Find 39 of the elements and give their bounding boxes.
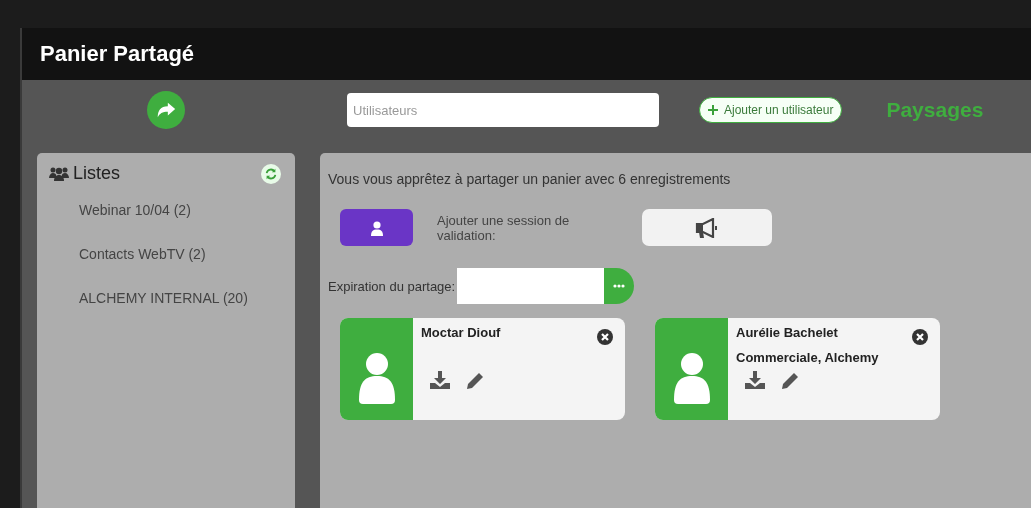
- refresh-icon: [264, 166, 278, 181]
- share-button[interactable]: [147, 91, 185, 129]
- megaphone-button[interactable]: [642, 209, 772, 246]
- lists-title: Listes: [73, 163, 122, 184]
- ellipsis-icon: [613, 284, 626, 288]
- person-icon: [368, 219, 385, 236]
- megaphone-icon: [695, 217, 719, 238]
- add-user-button[interactable]: Ajouter un utilisateur: [699, 97, 843, 123]
- plus-icon: [708, 105, 718, 115]
- download-button[interactable]: [429, 371, 451, 391]
- download-icon: [744, 371, 766, 389]
- user-role: Commerciale, Alchemy: [736, 350, 879, 365]
- person-silhouette-icon: [356, 350, 397, 404]
- pencil-icon: [780, 371, 800, 391]
- close-icon: [912, 329, 928, 345]
- expiration-date-field[interactable]: [457, 268, 605, 304]
- section-heading: Paysages: [886, 98, 984, 122]
- list-item[interactable]: Contacts WebTV (2): [79, 246, 295, 262]
- users-search-field[interactable]: Utilisateurs: [347, 93, 659, 127]
- close-button[interactable]: [597, 329, 613, 345]
- expiration-label: Expiration du partage:: [328, 278, 456, 294]
- user-name: Moctar Diouf: [421, 325, 501, 340]
- window-title: Panier Partagé: [40, 41, 195, 67]
- close-icon: [597, 329, 613, 345]
- user-button[interactable]: [340, 209, 413, 246]
- close-button[interactable]: [912, 329, 928, 345]
- user-name: Aurélie Bachelet: [736, 325, 839, 340]
- edit-button[interactable]: [780, 371, 800, 391]
- download-button[interactable]: [744, 371, 766, 391]
- share-message: Vous vous apprêtez à partager un panier avec 6 enregistrements: [328, 171, 732, 187]
- list-item[interactable]: Webinar 10/04 (2): [79, 202, 295, 218]
- edit-button[interactable]: [465, 371, 485, 391]
- validation-label: Ajouter une session de validation:: [437, 212, 571, 243]
- download-icon: [429, 371, 451, 389]
- pencil-icon: [465, 371, 485, 391]
- refresh-button[interactable]: [261, 163, 281, 184]
- person-silhouette-icon: [671, 350, 712, 404]
- list-item[interactable]: ALCHEMY INTERNAL (20): [79, 290, 295, 306]
- group-icon: [49, 165, 69, 182]
